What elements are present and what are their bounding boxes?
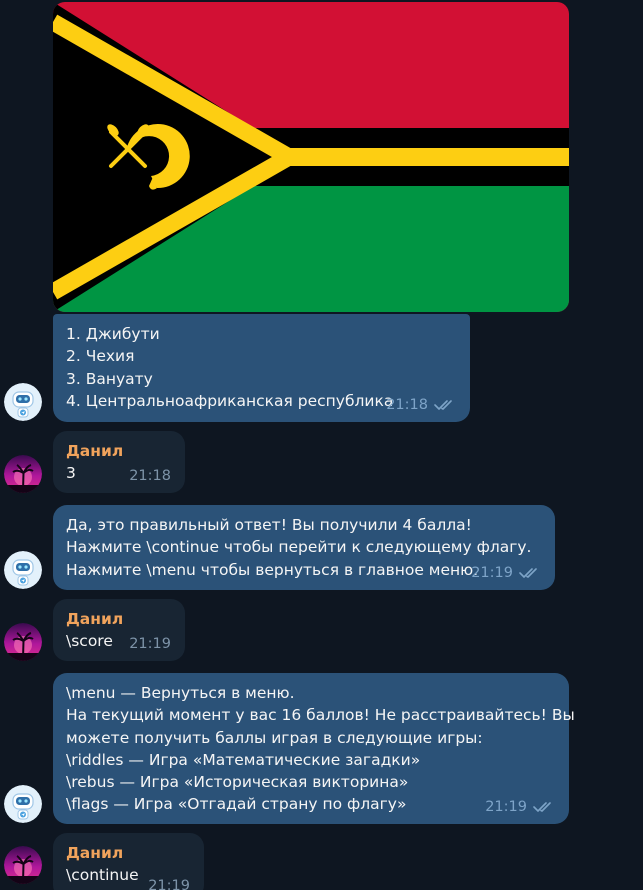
double-check-icon (533, 801, 555, 813)
flag-image-vanuatu[interactable] (53, 2, 569, 312)
user-avatar[interactable] (4, 623, 42, 661)
message-meta: 21:19 (471, 562, 541, 584)
message-meta: 21:19 (148, 875, 190, 890)
message-time: 21:19 (471, 564, 513, 581)
sender-name: Данил (66, 844, 124, 862)
message-line: 3. Вануату (66, 369, 153, 388)
message-line: \flags — Игра «Отгадай страну по флагу» (66, 795, 407, 814)
message-line: 1. Джибути (66, 325, 160, 343)
user-message: Данил \score 21:19 (53, 599, 185, 661)
user-avatar[interactable] (4, 846, 42, 884)
message-meta: 21:19 (129, 633, 171, 655)
message-meta: 21:18 (386, 394, 456, 416)
message-line: \rebus — Игра «Историческая викторина» (66, 773, 409, 792)
message-time: 21:19 (129, 635, 171, 652)
bot-avatar[interactable] (4, 785, 42, 823)
message-line: На текущий момент у вас 16 баллов! Не ра… (66, 706, 575, 725)
sender-name: Данил (66, 610, 124, 628)
message-line: \menu — Вернуться в меню. (66, 684, 295, 702)
message-time: 21:19 (485, 798, 527, 815)
message-meta: 21:18 (129, 465, 171, 487)
message-meta: 21:19 (485, 796, 555, 818)
bot-message-score: \menu — Вернуться в меню. На текущий мом… (53, 673, 575, 824)
user-message: Данил \continue 21:19 (53, 833, 204, 890)
bot-message-result: Да, это правильный ответ! Вы получили 4 … (53, 505, 555, 590)
message-line: 2. Чехия (66, 347, 135, 366)
message-line: Да, это правильный ответ! Вы получили 4 … (66, 516, 472, 534)
message-line: Нажмите \continue чтобы перейти к следую… (66, 538, 532, 557)
bot-avatar[interactable] (4, 551, 42, 589)
bot-avatar[interactable] (4, 383, 42, 421)
message-time: 21:19 (148, 877, 190, 890)
user-message: Данил 3 21:18 (53, 431, 185, 493)
message-line: \riddles — Игра «Математические загадки» (66, 750, 421, 769)
sender-name: Данил (66, 442, 124, 460)
message-time: 21:18 (386, 396, 428, 413)
double-check-icon (519, 567, 541, 579)
message-line: можете получить баллы играя в следующие … (66, 728, 483, 747)
bot-message-answer-options: 1. Джибути 2. Чехия 3. Вануату 4. Центра… (53, 314, 470, 422)
user-avatar[interactable] (4, 455, 42, 493)
message-time: 21:18 (129, 467, 171, 484)
double-check-icon (434, 399, 456, 411)
chat-area: 1. Джибути 2. Чехия 3. Вануату 4. Центра… (0, 0, 643, 890)
